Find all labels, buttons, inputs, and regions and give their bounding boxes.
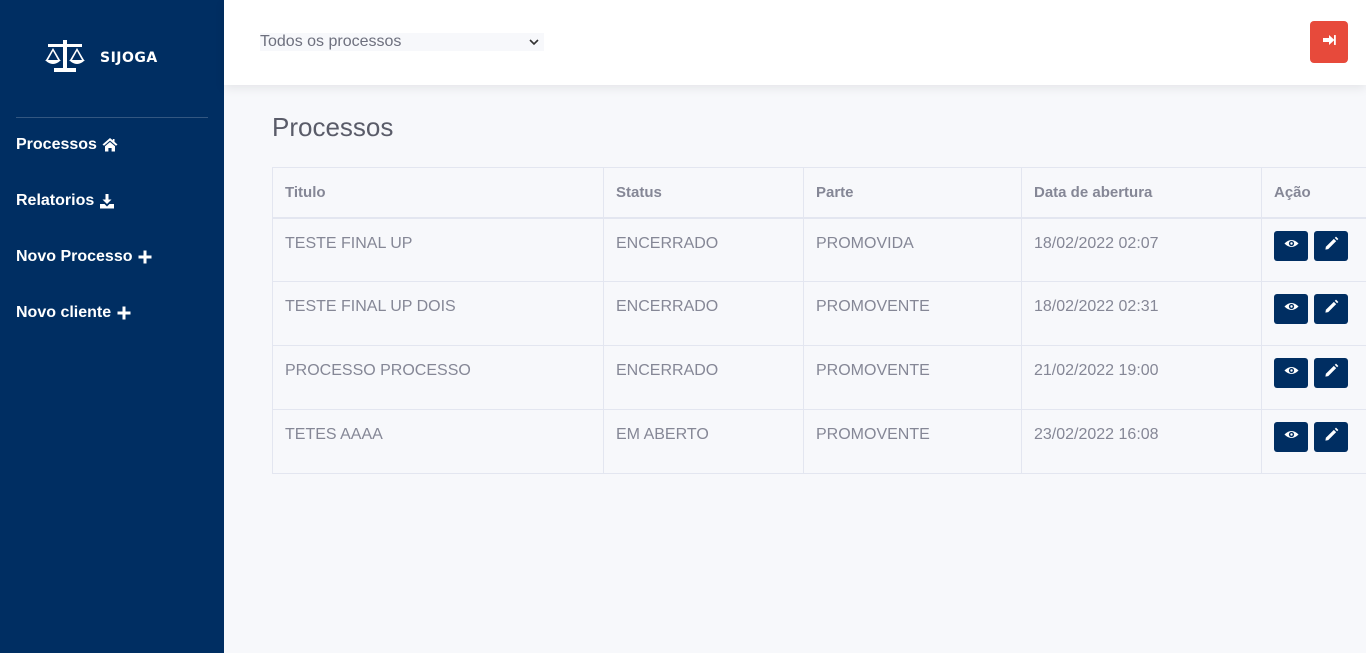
view-button[interactable] [1274, 358, 1308, 388]
pencil-icon [1324, 427, 1339, 447]
cell-parte: PROMOVENTE [803, 281, 1022, 346]
column-header-acao: Ação [1261, 167, 1366, 219]
chevron-down-icon [528, 35, 540, 47]
cell-parte: PROMOVENTE [803, 409, 1022, 474]
sidebar-item-processos[interactable]: Processos [16, 136, 118, 154]
home-icon [102, 137, 118, 153]
cell-status: ENCERRADO [603, 345, 804, 410]
cell-acao [1261, 345, 1366, 410]
view-button[interactable] [1274, 230, 1308, 261]
cell-data: 23/02/2022 16:08 [1021, 409, 1262, 474]
sidebar: SIJOGA Processos Relatorios Novo Process… [0, 0, 224, 653]
pencil-icon [1324, 299, 1339, 319]
eye-icon [1283, 236, 1299, 256]
eye-icon [1283, 427, 1299, 447]
processes-table: Titulo Status Parte Data de abertura Açã… [272, 167, 1366, 474]
cell-status: ENCERRADO [603, 281, 804, 346]
eye-icon [1283, 299, 1299, 319]
cell-data: 18/02/2022 02:31 [1021, 281, 1262, 346]
column-header-status: Status [603, 167, 804, 219]
cell-titulo: PROCESSO PROCESSO [272, 345, 604, 410]
cell-parte: PROMOVENTE [803, 345, 1022, 410]
table-row: PROCESSO PROCESSO ENCERRADO PROMOVENTE 2… [272, 345, 1366, 410]
cell-acao [1261, 409, 1366, 474]
cell-titulo: TESTE FINAL UP [272, 217, 604, 282]
plus-icon [116, 305, 132, 321]
table-header-row: Titulo Status Parte Data de abertura Açã… [272, 167, 1366, 219]
sidebar-item-label: Novo Processo [16, 248, 133, 265]
column-header-titulo: Titulo [272, 167, 604, 219]
edit-button[interactable] [1314, 358, 1348, 388]
logout-button[interactable] [1310, 21, 1348, 63]
edit-button[interactable] [1314, 230, 1348, 261]
table-row: TESTE FINAL UP ENCERRADO PROMOVIDA 18/02… [272, 217, 1366, 282]
cell-titulo: TESTE FINAL UP DOIS [272, 281, 604, 346]
brand[interactable]: SIJOGA [44, 38, 158, 79]
topbar: Todos os processos [224, 0, 1366, 85]
download-icon [99, 193, 115, 209]
process-filter-value: Todos os processos [260, 33, 402, 50]
edit-button[interactable] [1314, 422, 1348, 452]
edit-button[interactable] [1314, 294, 1348, 324]
sidebar-item-novo-processo[interactable]: Novo Processo [16, 248, 153, 266]
cell-status: EM ABERTO [603, 409, 804, 474]
sign-out-icon [1322, 33, 1336, 52]
cell-acao [1261, 217, 1366, 282]
plus-icon [137, 249, 153, 265]
table-row: TETES AAAA EM ABERTO PROMOVENTE 23/02/20… [272, 409, 1366, 474]
cell-titulo: TETES AAAA [272, 409, 604, 474]
pencil-icon [1324, 363, 1339, 383]
column-header-data: Data de abertura [1021, 167, 1262, 219]
sidebar-item-label: Relatorios [16, 192, 95, 209]
sidebar-item-relatorios[interactable]: Relatorios [16, 192, 115, 210]
column-header-parte: Parte [803, 167, 1022, 219]
scales-icon [44, 38, 86, 79]
table-row: TESTE FINAL UP DOIS ENCERRADO PROMOVENTE… [272, 281, 1366, 346]
pencil-icon [1324, 236, 1339, 256]
view-button[interactable] [1274, 294, 1308, 324]
brand-name: SIJOGA [100, 50, 158, 66]
process-filter-select[interactable]: Todos os processos [260, 33, 544, 51]
cell-data: 18/02/2022 02:07 [1021, 217, 1262, 282]
cell-status: ENCERRADO [603, 217, 804, 282]
eye-icon [1283, 363, 1299, 383]
cell-parte: PROMOVIDA [803, 217, 1022, 282]
sidebar-item-novo-cliente[interactable]: Novo cliente [16, 304, 132, 322]
page-title: Processos [272, 112, 394, 142]
cell-data: 21/02/2022 19:00 [1021, 345, 1262, 410]
sidebar-item-label: Novo cliente [16, 304, 112, 321]
cell-acao [1261, 281, 1366, 346]
sidebar-item-label: Processos [16, 136, 97, 153]
view-button[interactable] [1274, 422, 1308, 452]
sidebar-divider [16, 117, 208, 118]
